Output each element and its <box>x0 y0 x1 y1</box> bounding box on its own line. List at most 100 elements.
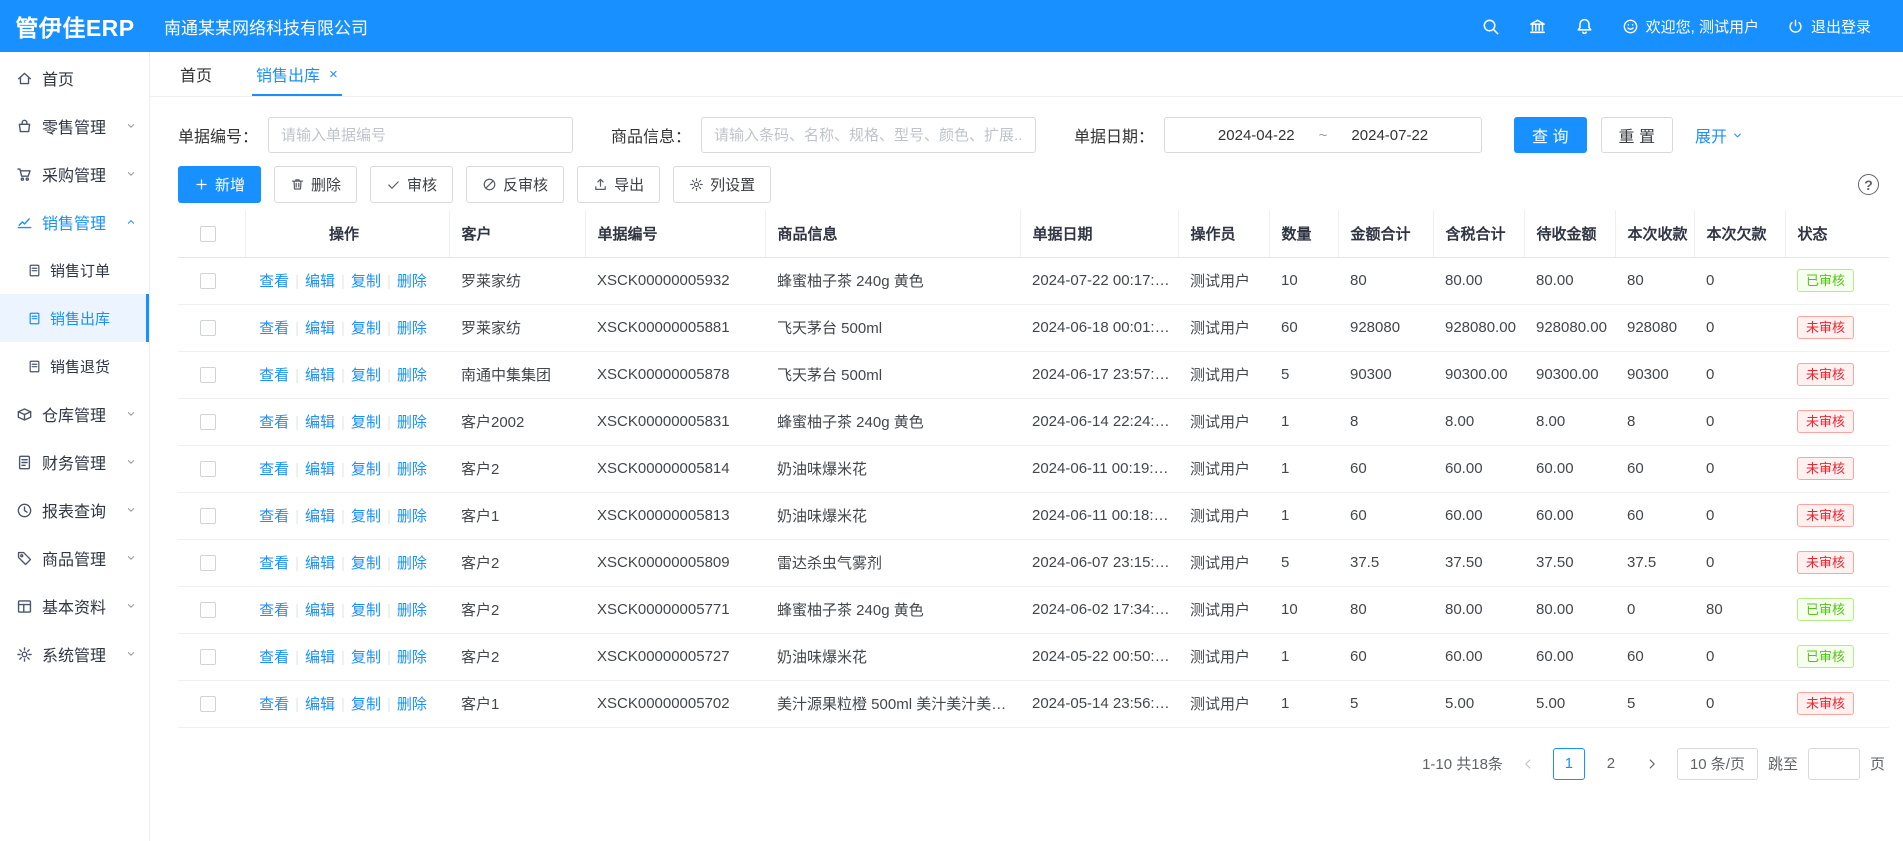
search-button[interactable]: 查 询 <box>1514 117 1586 153</box>
header-actions: 欢迎您, 测试用户 退出登录 <box>1481 16 1903 37</box>
sidebar-item-sales-outbound[interactable]: 销售出库 <box>0 294 149 342</box>
date-range-picker[interactable]: 2024-04-22 ~ 2024-07-22 <box>1164 117 1482 153</box>
view-link[interactable]: 查看 <box>259 696 289 713</box>
delete-link[interactable]: 删除 <box>397 367 427 384</box>
column-settings-button[interactable]: 列设置 <box>673 166 771 203</box>
row-checkbox[interactable] <box>200 649 216 665</box>
product-info-input[interactable] <box>701 117 1036 153</box>
edit-link[interactable]: 编辑 <box>305 602 335 619</box>
column-header-received: 本次收款 <box>1615 210 1694 257</box>
page-button-1[interactable]: 1 <box>1553 748 1585 780</box>
sidebar-item-sales-return[interactable]: 销售退货 <box>0 342 149 390</box>
expand-link[interactable]: 展开 <box>1695 123 1744 147</box>
jump-page-input[interactable] <box>1808 748 1860 780</box>
delete-link[interactable]: 删除 <box>397 461 427 478</box>
sidebar-item-retail[interactable]: 零售管理 <box>0 102 149 150</box>
edit-link[interactable]: 编辑 <box>305 273 335 290</box>
copy-link[interactable]: 复制 <box>351 555 381 572</box>
delete-link[interactable]: 删除 <box>397 696 427 713</box>
page-size-select[interactable]: 10 条/页 <box>1677 748 1758 780</box>
copy-link[interactable]: 复制 <box>351 602 381 619</box>
sidebar-item-home[interactable]: 首页 <box>0 54 149 102</box>
user-menu[interactable]: 欢迎您, 测试用户 <box>1622 16 1759 37</box>
edit-link[interactable]: 编辑 <box>305 508 335 525</box>
tab-home[interactable]: 首页 <box>180 52 212 96</box>
copy-link[interactable]: 复制 <box>351 273 381 290</box>
edit-link[interactable]: 编辑 <box>305 696 335 713</box>
reset-button[interactable]: 重 置 <box>1601 117 1673 153</box>
view-link[interactable]: 查看 <box>259 602 289 619</box>
chevron-down-icon <box>125 120 137 132</box>
sidebar-item-sales[interactable]: 销售管理 <box>0 198 149 246</box>
row-checkbox[interactable] <box>200 696 216 712</box>
sidebar-item-purchase[interactable]: 采购管理 <box>0 150 149 198</box>
view-link[interactable]: 查看 <box>259 649 289 666</box>
prev-page-button[interactable] <box>1513 748 1543 780</box>
row-checkbox[interactable] <box>200 555 216 571</box>
row-checkbox[interactable] <box>200 508 216 524</box>
sidebar-item-sales-order[interactable]: 销售订单 <box>0 246 149 294</box>
add-button[interactable]: 新增 <box>178 166 261 203</box>
edit-link[interactable]: 编辑 <box>305 461 335 478</box>
copy-link[interactable]: 复制 <box>351 508 381 525</box>
sidebar-item-basic-data[interactable]: 基本资料 <box>0 582 149 630</box>
column-header-actions: 操作 <box>245 210 449 257</box>
delete-link[interactable]: 删除 <box>397 649 427 666</box>
date-from-value[interactable]: 2024-04-22 <box>1218 127 1295 144</box>
search-icon[interactable] <box>1481 17 1500 36</box>
next-page-button[interactable] <box>1637 748 1667 780</box>
delete-link[interactable]: 删除 <box>397 273 427 290</box>
view-link[interactable]: 查看 <box>259 461 289 478</box>
row-checkbox[interactable] <box>200 461 216 477</box>
copy-link[interactable]: 复制 <box>351 367 381 384</box>
view-link[interactable]: 查看 <box>259 508 289 525</box>
copy-link[interactable]: 复制 <box>351 320 381 337</box>
copy-link[interactable]: 复制 <box>351 696 381 713</box>
app-logo: 管伊佳ERP <box>0 9 150 43</box>
row-checkbox[interactable] <box>200 320 216 336</box>
delete-link[interactable]: 删除 <box>397 555 427 572</box>
select-all-checkbox[interactable] <box>200 226 216 242</box>
copy-link[interactable]: 复制 <box>351 649 381 666</box>
tab-sales-outbound[interactable]: 销售出库 × <box>256 52 338 96</box>
delete-button[interactable]: 删除 <box>274 166 357 203</box>
edit-link[interactable]: 编辑 <box>305 367 335 384</box>
sidebar-item-warehouse[interactable]: 仓库管理 <box>0 390 149 438</box>
sidebar-item-goods[interactable]: 商品管理 <box>0 534 149 582</box>
order-no-input[interactable] <box>268 117 573 153</box>
date-to-value[interactable]: 2024-07-22 <box>1351 127 1428 144</box>
view-link[interactable]: 查看 <box>259 273 289 290</box>
view-link[interactable]: 查看 <box>259 320 289 337</box>
status-badge: 已审核 <box>1797 598 1854 621</box>
view-link[interactable]: 查看 <box>259 555 289 572</box>
row-checkbox[interactable] <box>200 602 216 618</box>
logout-button[interactable]: 退出登录 <box>1787 16 1871 37</box>
bell-icon[interactable] <box>1575 17 1594 36</box>
delete-link[interactable]: 删除 <box>397 320 427 337</box>
row-checkbox[interactable] <box>200 367 216 383</box>
view-link[interactable]: 查看 <box>259 367 289 384</box>
copy-link[interactable]: 复制 <box>351 414 381 431</box>
edit-link[interactable]: 编辑 <box>305 320 335 337</box>
edit-link[interactable]: 编辑 <box>305 555 335 572</box>
delete-link[interactable]: 删除 <box>397 602 427 619</box>
delete-link[interactable]: 删除 <box>397 508 427 525</box>
row-checkbox[interactable] <box>200 414 216 430</box>
sidebar-item-report[interactable]: 报表查询 <box>0 486 149 534</box>
home-icon[interactable] <box>1528 17 1547 36</box>
sidebar-item-finance[interactable]: 财务管理 <box>0 438 149 486</box>
edit-link[interactable]: 编辑 <box>305 649 335 666</box>
view-link[interactable]: 查看 <box>259 414 289 431</box>
row-checkbox[interactable] <box>200 273 216 289</box>
export-button[interactable]: 导出 <box>577 166 660 203</box>
amount-total-cell: 80 <box>1338 257 1433 304</box>
audit-button[interactable]: 审核 <box>370 166 453 203</box>
close-icon[interactable]: × <box>329 66 338 83</box>
copy-link[interactable]: 复制 <box>351 461 381 478</box>
page-button-2[interactable]: 2 <box>1595 748 1627 780</box>
help-icon[interactable]: ? <box>1858 174 1879 195</box>
unaudit-button[interactable]: 反审核 <box>466 166 564 203</box>
delete-link[interactable]: 删除 <box>397 414 427 431</box>
sidebar-item-system[interactable]: 系统管理 <box>0 630 149 678</box>
edit-link[interactable]: 编辑 <box>305 414 335 431</box>
